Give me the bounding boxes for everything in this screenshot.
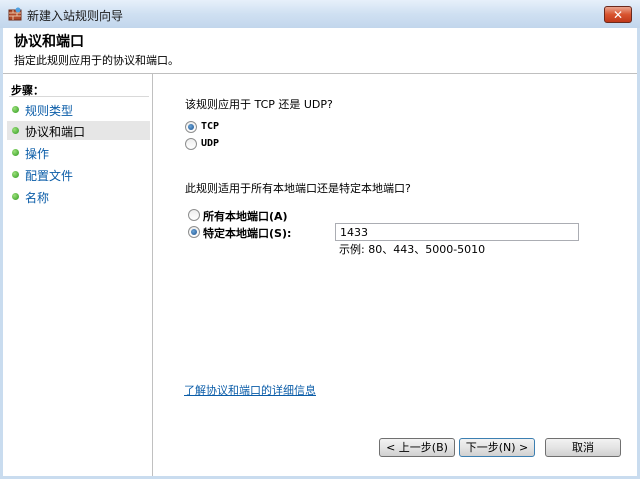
wizard-header: 协议和端口 指定此规则应用于的协议和端口。 xyxy=(3,28,637,74)
title-bar[interactable]: 新建入站规则向导 ✕ xyxy=(0,0,640,28)
tcp-label[interactable]: TCP xyxy=(201,121,219,132)
step-label: 名称 xyxy=(25,191,50,205)
all-ports-radio[interactable] xyxy=(188,209,200,221)
step-label: 操作 xyxy=(25,147,50,161)
tcp-radio[interactable] xyxy=(185,121,197,133)
page-title: 协议和端口 xyxy=(14,34,84,50)
udp-label[interactable]: UDP xyxy=(201,138,219,149)
main-content: 该规则应用于 TCP 还是 UDP? TCP UDP 此规则适用于所有本地端口还… xyxy=(153,74,637,476)
step-bullet-icon xyxy=(12,149,19,156)
step-label: 协议和端口 xyxy=(25,125,86,139)
step-bullet-icon xyxy=(12,127,19,134)
ports-question: 此规则适用于所有本地端口还是特定本地端口? xyxy=(185,182,411,195)
wizard-window: 新建入站规则向导 ✕ 协议和端口 指定此规则应用于的协议和端口。 步骤： 规则类… xyxy=(0,0,640,479)
close-button[interactable]: ✕ xyxy=(604,6,632,23)
specific-ports-label[interactable]: 特定本地端口(S): xyxy=(203,225,291,241)
step-label: 规则类型 xyxy=(25,104,74,118)
firewall-app-icon xyxy=(8,7,22,21)
protocol-ports-help-link[interactable]: 了解协议和端口的详细信息 xyxy=(184,382,316,398)
ports-example-text: 示例: 80、443、5000-5010 xyxy=(339,243,486,256)
step-profile[interactable]: 配置文件 xyxy=(7,165,150,184)
step-name[interactable]: 名称 xyxy=(7,187,150,206)
udp-radio[interactable] xyxy=(185,138,197,150)
window-title: 新建入站规则向导 xyxy=(27,9,124,23)
specific-ports-input[interactable] xyxy=(335,223,579,241)
step-protocol-and-ports[interactable]: 协议和端口 xyxy=(7,121,150,140)
steps-divider xyxy=(9,96,149,97)
close-icon: ✕ xyxy=(612,8,624,22)
step-bullet-icon xyxy=(12,106,19,113)
step-action[interactable]: 操作 xyxy=(7,143,150,162)
step-rule-type[interactable]: 规则类型 xyxy=(7,100,150,119)
step-label: 配置文件 xyxy=(25,169,74,183)
specific-ports-radio[interactable] xyxy=(188,226,200,238)
protocol-question: 该规则应用于 TCP 还是 UDP? xyxy=(185,98,333,111)
back-button[interactable]: < 上一步(B) xyxy=(379,438,455,457)
steps-panel: 步骤： 规则类型 协议和端口 操作 配置文件 名称 xyxy=(3,74,152,476)
step-bullet-icon xyxy=(12,193,19,200)
all-ports-label[interactable]: 所有本地端口(A) xyxy=(203,208,288,224)
page-subtitle: 指定此规则应用于的协议和端口。 xyxy=(14,54,179,67)
cancel-button[interactable]: 取消 xyxy=(545,438,621,457)
next-button[interactable]: 下一步(N) > xyxy=(459,438,535,457)
step-bullet-icon xyxy=(12,171,19,178)
